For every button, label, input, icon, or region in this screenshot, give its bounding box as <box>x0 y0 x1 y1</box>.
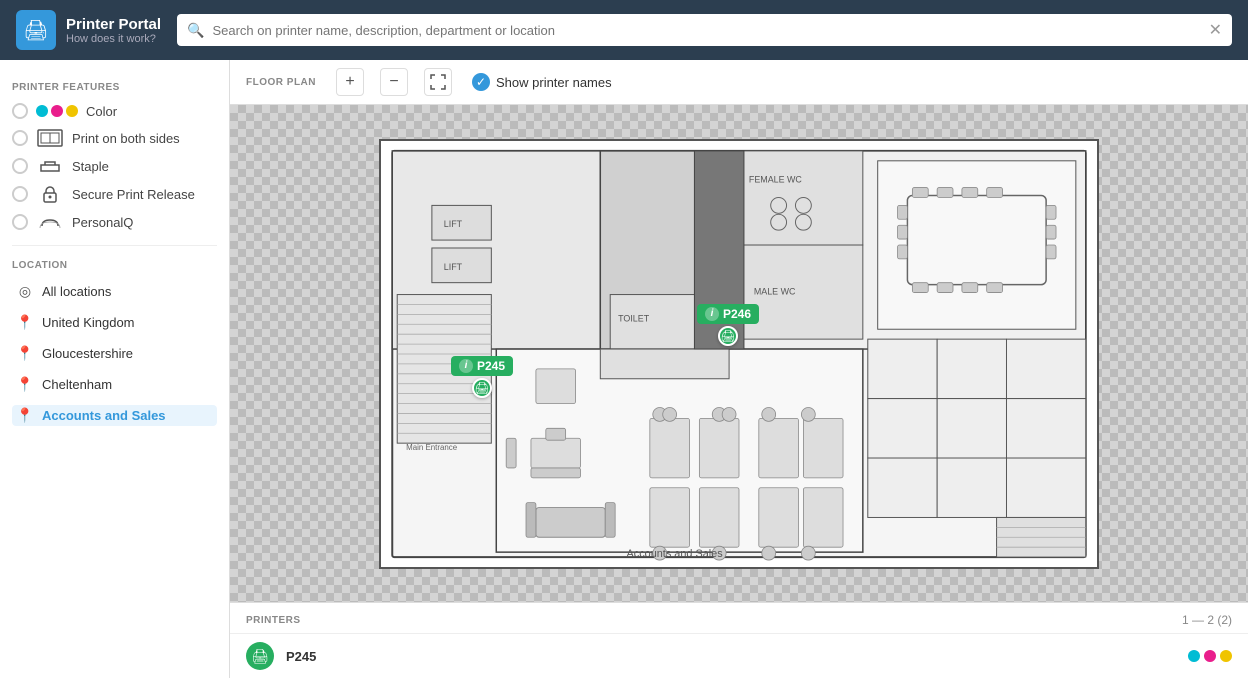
feature-label-staple: Staple <box>72 159 109 174</box>
zoom-out-button[interactable]: − <box>380 68 408 96</box>
feature-label-both-sides: Print on both sides <box>72 131 180 146</box>
location-all[interactable]: ◎ All locations <box>12 281 217 302</box>
both-sides-icon <box>36 129 64 147</box>
location-all-label: All locations <box>42 284 111 299</box>
info-icon-p246: i <box>705 307 719 321</box>
feature-radio-both-sides[interactable] <box>12 130 28 146</box>
color-dots <box>36 105 78 117</box>
logo-text: Printer Portal How does it work? <box>66 16 161 45</box>
app-logo: 🖨 Printer Portal How does it work? <box>16 10 161 50</box>
location-uk-label: United Kingdom <box>42 315 135 330</box>
location-gloucestershire-icon: 📍 <box>16 345 34 362</box>
location-cheltenham[interactable]: 📍 Cheltenham <box>12 374 217 395</box>
staple-icon <box>36 157 64 175</box>
printer-badge-p246[interactable]: i P246 <box>697 304 759 324</box>
printer-row-name-p245: P245 <box>286 649 1176 664</box>
floor-plan-label: FLOOR PLAN <box>246 77 316 88</box>
location-accounts-label: Accounts and Sales <box>42 408 166 423</box>
svg-text:LIFT: LIFT <box>444 219 463 229</box>
app-title: Printer Portal <box>66 16 161 33</box>
svg-text:Accounts and Sales: Accounts and Sales <box>627 548 724 560</box>
feature-radio-personalq[interactable] <box>12 214 28 230</box>
location-gloucestershire-label: Gloucestershire <box>42 346 133 361</box>
svg-text:Main Entrance: Main Entrance <box>406 443 458 452</box>
secure-icon <box>36 185 64 203</box>
printer-pin-p246[interactable]: 🖨 <box>718 326 738 346</box>
printers-section-label: PRINTERS <box>246 615 301 626</box>
svg-text:LIFT: LIFT <box>444 261 463 271</box>
floor-plan-area: FEMALE WC MALE WC TOILET LIFT LIFT <box>230 105 1248 602</box>
location-accounts-sales[interactable]: 📍 Accounts and Sales <box>12 405 217 426</box>
printer-row-dots-p245 <box>1188 650 1232 662</box>
content-area: FLOOR PLAN + − ✓ Show printer names <box>230 60 1248 678</box>
location-section-title: LOCATION <box>12 260 217 271</box>
svg-text:TOILET: TOILET <box>618 313 650 323</box>
show-names-toggle[interactable]: ✓ Show printer names <box>472 73 612 91</box>
features-section-title: PRINTER FEATURES <box>12 82 217 93</box>
dot-cyan <box>36 105 48 117</box>
feature-label-color: Color <box>86 104 117 119</box>
info-icon-p245: i <box>459 359 473 373</box>
search-close-icon[interactable]: ✕ <box>1209 20 1222 40</box>
personalq-icon <box>36 213 64 231</box>
printer-marker-p245[interactable]: i P245 🖨 <box>451 356 513 398</box>
printers-count: 1 — 2 (2) <box>1182 613 1232 627</box>
row-dot-magenta-p245 <box>1204 650 1216 662</box>
feature-item-staple[interactable]: Staple <box>12 157 217 175</box>
app-subtitle: How does it work? <box>66 33 161 45</box>
location-uk[interactable]: 📍 United Kingdom <box>12 312 217 333</box>
location-all-icon: ◎ <box>16 283 34 300</box>
row-dot-yellow-p245 <box>1220 650 1232 662</box>
svg-text:FEMALE WC: FEMALE WC <box>749 174 803 184</box>
dot-magenta <box>51 105 63 117</box>
printer-row-p245[interactable]: 🖨 P245 <box>230 633 1248 678</box>
svg-text:MALE WC: MALE WC <box>754 286 796 296</box>
search-input[interactable] <box>212 23 1200 38</box>
location-uk-icon: 📍 <box>16 314 34 331</box>
feature-item-personalq[interactable]: PersonalQ <box>12 213 217 231</box>
sidebar: PRINTER FEATURES Color Print on both sid… <box>0 60 230 678</box>
location-cheltenham-icon: 📍 <box>16 376 34 393</box>
show-names-check: ✓ <box>472 73 490 91</box>
zoom-in-button[interactable]: + <box>336 68 364 96</box>
printer-row-icon-p245: 🖨 <box>246 642 274 670</box>
floor-plan-svg: FEMALE WC MALE WC TOILET LIFT LIFT <box>381 141 1097 567</box>
floor-toolbar: FLOOR PLAN + − ✓ Show printer names <box>230 60 1248 105</box>
search-bar[interactable]: 🔍 ✕ <box>177 14 1232 46</box>
feature-label-personalq: PersonalQ <box>72 215 133 230</box>
fit-screen-button[interactable] <box>424 68 452 96</box>
printer-marker-p246[interactable]: i P246 🖨 <box>697 304 759 346</box>
feature-label-secure: Secure Print Release <box>72 187 195 202</box>
dot-yellow <box>66 105 78 117</box>
location-cheltenham-label: Cheltenham <box>42 377 112 392</box>
feature-item-both-sides[interactable]: Print on both sides <box>12 129 217 147</box>
feature-radio-staple[interactable] <box>12 158 28 174</box>
feature-radio-secure[interactable] <box>12 186 28 202</box>
printer-badge-label-p246: P246 <box>723 307 751 321</box>
printer-pin-p245[interactable]: 🖨 <box>472 378 492 398</box>
printer-badge-label-p245: P245 <box>477 359 505 373</box>
logo-icon: 🖨 <box>16 10 56 50</box>
sidebar-divider <box>12 245 217 246</box>
printer-badge-p245[interactable]: i P245 <box>451 356 513 376</box>
printers-section: PRINTERS 1 — 2 (2) 🖨 P245 <box>230 602 1248 678</box>
app-header: 🖨 Printer Portal How does it work? 🔍 ✕ <box>0 0 1248 60</box>
feature-item-secure[interactable]: Secure Print Release <box>12 185 217 203</box>
search-icon: 🔍 <box>187 22 204 39</box>
feature-radio-color[interactable] <box>12 103 28 119</box>
feature-item-color[interactable]: Color <box>12 103 217 119</box>
floor-plan-container: FEMALE WC MALE WC TOILET LIFT LIFT <box>379 139 1099 569</box>
main-layout: PRINTER FEATURES Color Print on both sid… <box>0 60 1248 678</box>
location-accounts-icon: 📍 <box>16 407 34 424</box>
row-dot-cyan-p245 <box>1188 650 1200 662</box>
location-gloucestershire[interactable]: 📍 Gloucestershire <box>12 343 217 364</box>
show-names-label: Show printer names <box>496 75 612 90</box>
printers-header: PRINTERS 1 — 2 (2) <box>230 603 1248 633</box>
